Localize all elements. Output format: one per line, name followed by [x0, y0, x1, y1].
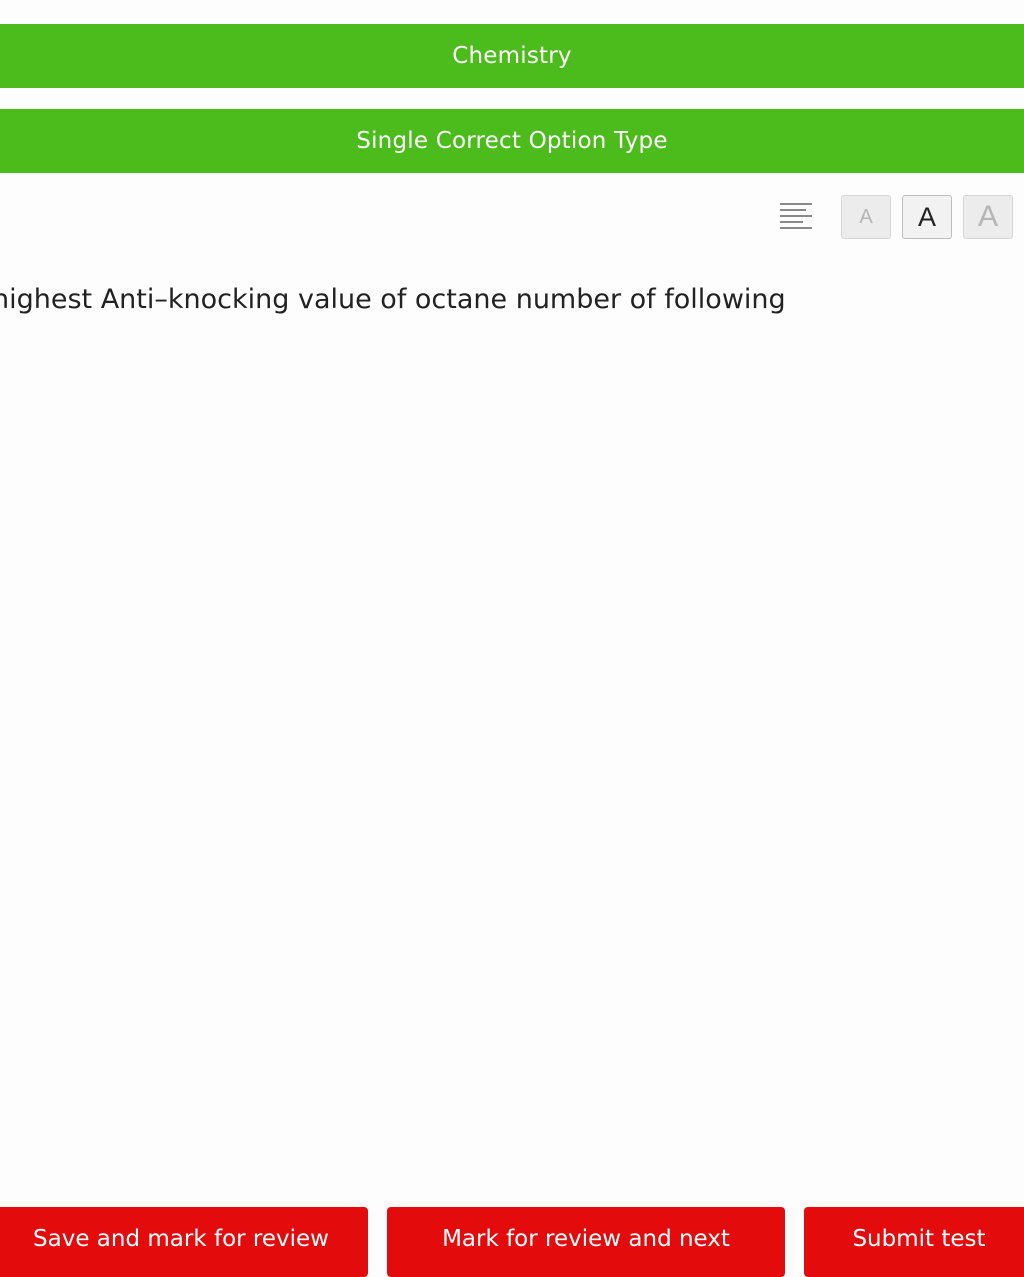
question-type-label: Single Correct Option Type [356, 128, 668, 154]
text-toolbar: A A A [778, 194, 1013, 240]
save-and-mark-for-review-button[interactable]: Save and mark for review [0, 1207, 368, 1277]
submit-test-button[interactable]: Submit test [804, 1207, 1024, 1277]
mark-for-review-and-next-button[interactable]: Mark for review and next [387, 1207, 785, 1277]
question-text: highest Anti–knocking value of octane nu… [0, 284, 786, 315]
text-align-icon[interactable] [778, 199, 814, 235]
font-size-medium-button[interactable]: A [902, 195, 952, 239]
subject-title: Chemistry [452, 43, 572, 69]
question-type-header: Single Correct Option Type [0, 109, 1024, 173]
font-size-small-button[interactable]: A [841, 195, 891, 239]
subject-header: Chemistry [0, 24, 1024, 88]
font-size-large-button[interactable]: A [963, 195, 1013, 239]
